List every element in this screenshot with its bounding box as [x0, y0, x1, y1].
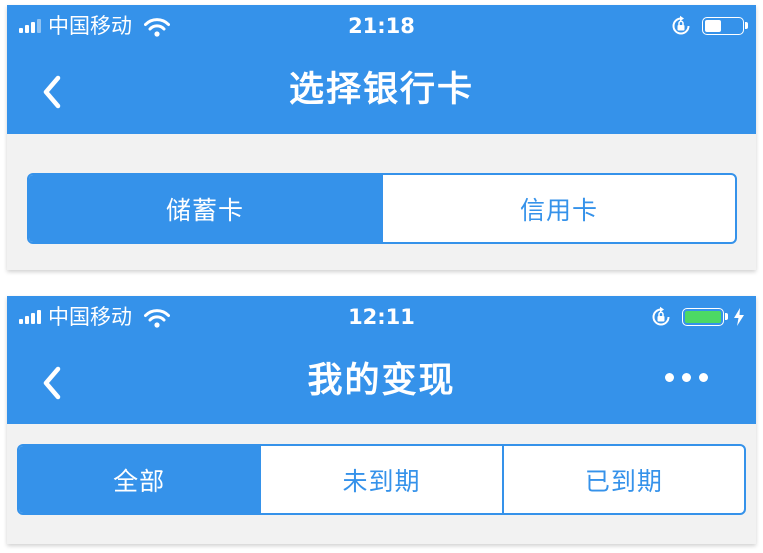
battery-level	[705, 20, 722, 32]
segment-not-due[interactable]: 未到期	[259, 446, 501, 513]
page-title: 选择银行卡	[288, 70, 474, 110]
segment-all[interactable]: 全部	[19, 446, 260, 513]
nav-bar: 选择银行卡	[7, 47, 756, 134]
battery-level	[685, 311, 721, 323]
bank-card-select-screen: 中国移动 21:18 选择银行卡 储蓄卡 信用卡	[7, 5, 756, 270]
charging-bolt-icon	[734, 308, 744, 326]
battery-icon	[682, 308, 728, 326]
orientation-lock-icon	[652, 306, 670, 326]
more-dots-icon[interactable]	[665, 373, 708, 382]
status-right	[650, 296, 744, 338]
header: 中国移动 12:11 我的变现	[7, 296, 756, 424]
status-time: 21:18	[348, 14, 415, 38]
card-type-segmented-control: 储蓄卡 信用卡	[27, 173, 737, 244]
segment-savings-card[interactable]: 储蓄卡	[29, 175, 381, 242]
status-right	[670, 5, 748, 47]
my-cashout-screen: 中国移动 12:11 我的变现 全部 未到期 已到期	[7, 296, 756, 544]
segment-credit-card[interactable]: 信用卡	[381, 175, 735, 242]
nav-bar: 我的变现	[7, 338, 756, 425]
segment-due[interactable]: 已到期	[501, 446, 744, 513]
orientation-lock-icon	[672, 15, 690, 35]
status-filter-segmented-control: 全部 未到期 已到期	[17, 444, 746, 515]
page-title: 我的变现	[307, 361, 456, 401]
status-bar: 中国移动 12:11	[7, 296, 756, 338]
status-bar: 中国移动 21:18	[7, 5, 756, 47]
status-time: 12:11	[348, 305, 415, 329]
header: 中国移动 21:18 选择银行卡	[7, 5, 756, 134]
battery-icon	[702, 17, 748, 35]
